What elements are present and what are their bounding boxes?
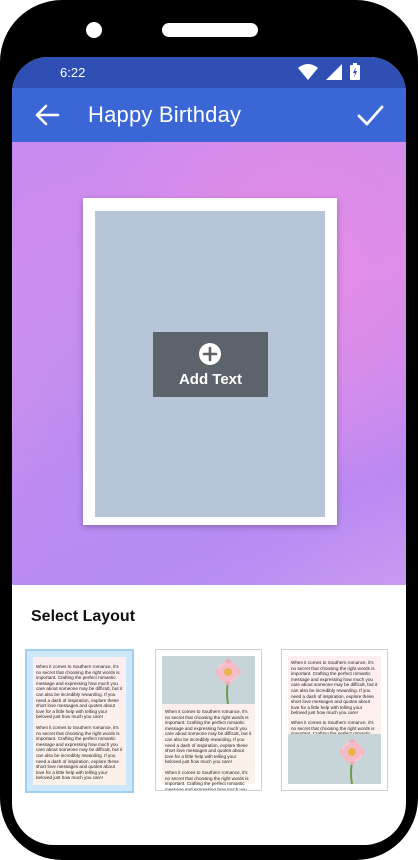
signal-icon <box>326 63 342 80</box>
layout-paper: When it comes to Southern romance, it's … <box>162 656 255 790</box>
layout-sample-text: When it comes to Southern romance, it's … <box>165 769 249 791</box>
screen: 6:22 Happy Birthday Add Text Select Layo… <box>12 57 406 845</box>
flower-image <box>288 734 381 784</box>
editor-canvas: Add Text <box>12 142 406 585</box>
layout-sample-text: When it comes to Southern romance, it's … <box>36 664 123 720</box>
plus-circle-icon <box>199 343 221 365</box>
layout-sample-text: When it comes to Southern romance, it's … <box>36 724 123 781</box>
status-icons <box>298 63 360 80</box>
layout-sample-text: When it comes to Southern romance, it's … <box>165 709 252 765</box>
layout-paper: When it comes to Southern romance, it's … <box>288 656 381 784</box>
add-text-button[interactable]: Add Text <box>153 332 268 397</box>
photo-placeholder[interactable]: Add Text <box>95 211 325 517</box>
wifi-icon <box>298 63 318 80</box>
card-preview: Add Text <box>83 198 337 525</box>
battery-icon <box>350 63 360 80</box>
speaker-grille <box>162 23 258 37</box>
flower-image <box>162 656 255 704</box>
phone-frame: 6:22 Happy Birthday Add Text Select Layo… <box>0 0 418 860</box>
check-icon[interactable] <box>356 101 384 129</box>
app-bar: Happy Birthday <box>12 88 406 142</box>
front-camera <box>86 22 102 38</box>
back-arrow-icon[interactable] <box>34 102 60 128</box>
layout-option-image-bottom[interactable]: When it comes to Southern romance, it's … <box>281 649 388 791</box>
add-text-label: Add Text <box>178 371 243 388</box>
layout-option-text-only[interactable]: When it comes to Southern romance, it's … <box>25 649 134 793</box>
status-bar: 6:22 <box>12 57 406 88</box>
layout-sample-text: When it comes to Southern romance, it's … <box>291 660 378 716</box>
page-title: Happy Birthday <box>88 102 242 127</box>
layout-option-image-top[interactable]: When it comes to Southern romance, it's … <box>155 649 262 791</box>
layout-paper: When it comes to Southern romance, it's … <box>33 657 126 785</box>
select-layout-heading: Select Layout <box>31 608 136 625</box>
status-time: 6:22 <box>60 65 86 80</box>
